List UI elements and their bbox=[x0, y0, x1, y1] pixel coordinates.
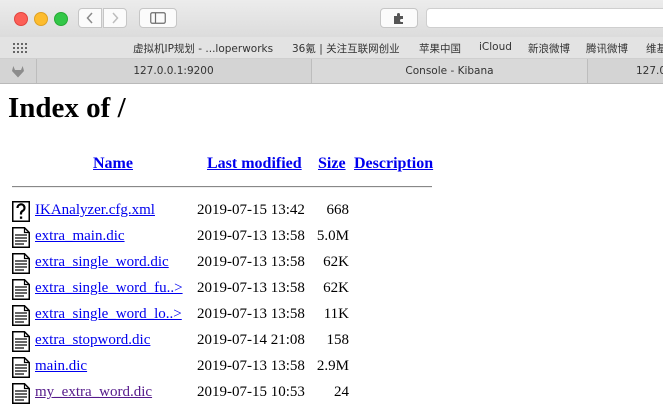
favorite-link[interactable]: 维基 bbox=[646, 41, 663, 56]
file-row: extra_single_word_fu..> 2019-07-13 13:58 6… bbox=[0, 277, 663, 303]
text-file-icon bbox=[12, 227, 30, 248]
back-button[interactable] bbox=[78, 8, 102, 28]
favorite-link[interactable]: 腾讯微博 bbox=[586, 41, 628, 56]
file-row: main.dic 2019-07-13 13:58 2.9M bbox=[0, 355, 663, 381]
page-title: Index of / bbox=[8, 92, 126, 124]
extension-button[interactable] bbox=[380, 8, 418, 28]
sidebar-toggle-button[interactable] bbox=[139, 8, 177, 28]
file-link[interactable]: extra_main.dic bbox=[35, 228, 125, 245]
text-file-icon bbox=[12, 357, 30, 378]
tab-localhost[interactable]: 127.0 bbox=[588, 59, 663, 83]
file-modified: 2019-07-13 13:58 bbox=[197, 358, 305, 374]
file-size: 158 bbox=[326, 332, 350, 348]
browser-toolbar bbox=[0, 0, 663, 37]
file-size: 5.0M bbox=[316, 228, 349, 244]
forward-button[interactable] bbox=[103, 8, 127, 28]
file-size: 668 bbox=[326, 202, 350, 218]
favorite-link[interactable]: 36氪 | 关注互联网创业 bbox=[292, 41, 400, 56]
pinned-tab[interactable] bbox=[0, 59, 37, 83]
text-file-icon bbox=[12, 383, 30, 404]
text-file-icon bbox=[12, 305, 30, 326]
favorites-bar: 虚拟机IP规划 - ...loperworks 36氪 | 关注互联网创业 苹果… bbox=[0, 37, 663, 59]
file-link[interactable]: extra_single_word_lo..> bbox=[35, 306, 182, 323]
file-link[interactable]: main.dic bbox=[35, 358, 87, 375]
file-modified: 2019-07-13 13:58 bbox=[197, 306, 305, 322]
chevron-right-icon bbox=[112, 12, 119, 24]
favorite-link[interactable]: 虚拟机IP规划 - ...loperworks bbox=[133, 41, 273, 56]
file-size: 11K bbox=[323, 306, 349, 322]
file-link[interactable]: extra_single_word_fu..> bbox=[35, 280, 183, 297]
file-row: extra_stopword.dic 2019-07-14 21:08 158 bbox=[0, 329, 663, 355]
file-row: extra_main.dic 2019-07-13 13:58 5.0M bbox=[0, 225, 663, 251]
sort-by-name-link[interactable]: Name bbox=[93, 155, 133, 173]
file-size: 62K bbox=[323, 254, 349, 270]
sidebar-icon bbox=[150, 12, 166, 24]
chevron-left-icon bbox=[86, 12, 93, 24]
file-row: my_extra_word.dic 2019-07-15 10:53 24 bbox=[0, 381, 663, 407]
file-size: 24 bbox=[334, 384, 349, 400]
zoom-window-button[interactable] bbox=[54, 12, 68, 26]
page-content: Index of / Name Last modified Size Descr… bbox=[0, 84, 663, 409]
file-modified: 2019-07-15 10:53 bbox=[197, 384, 305, 400]
file-modified: 2019-07-13 13:58 bbox=[197, 254, 305, 270]
favorite-link[interactable]: iCloud bbox=[479, 41, 512, 53]
grid-icon[interactable] bbox=[13, 43, 27, 53]
file-modified: 2019-07-14 21:08 bbox=[197, 332, 305, 348]
file-row: extra_single_word_lo..> 2019-07-13 13:58 1… bbox=[0, 303, 663, 329]
favorite-link[interactable]: 新浪微博 bbox=[528, 41, 570, 56]
sort-by-size-link[interactable]: Size bbox=[318, 155, 346, 173]
text-file-icon bbox=[12, 331, 30, 352]
file-row: IKAnalyzer.cfg.xml 2019-07-15 13:42 668 bbox=[0, 199, 663, 225]
text-file-icon bbox=[12, 279, 30, 300]
tab-elasticsearch[interactable]: 127.0.0.1:9200 bbox=[36, 59, 312, 83]
file-modified: 2019-07-13 13:58 bbox=[197, 228, 305, 244]
favorite-link[interactable]: 苹果中国 bbox=[419, 41, 461, 56]
gitlab-fox-icon bbox=[12, 65, 24, 77]
minimize-window-button[interactable] bbox=[34, 12, 48, 26]
file-size: 2.9M bbox=[316, 358, 349, 374]
text-file-icon bbox=[12, 253, 30, 274]
sort-by-modified-link[interactable]: Last modified bbox=[207, 155, 302, 173]
file-modified: 2019-07-13 13:58 bbox=[197, 280, 305, 296]
file-link[interactable]: my_extra_word.dic bbox=[35, 384, 152, 401]
file-link[interactable]: extra_single_word.dic bbox=[35, 254, 169, 271]
address-bar[interactable] bbox=[426, 8, 663, 28]
file-modified: 2019-07-15 13:42 bbox=[197, 202, 305, 218]
header-divider bbox=[12, 186, 432, 188]
file-row: extra_single_word.dic 2019-07-13 13:58 62K bbox=[0, 251, 663, 277]
unknown-file-icon bbox=[12, 201, 30, 222]
file-link[interactable]: IKAnalyzer.cfg.xml bbox=[35, 202, 155, 219]
tab-bar: 127.0.0.1:9200 Console - Kibana 127.0 bbox=[0, 59, 663, 84]
file-link[interactable]: extra_stopword.dic bbox=[35, 332, 150, 349]
file-size: 62K bbox=[323, 280, 349, 296]
close-window-button[interactable] bbox=[14, 12, 28, 26]
tab-kibana-console[interactable]: Console - Kibana bbox=[312, 59, 588, 83]
puzzle-icon bbox=[394, 13, 403, 24]
sort-by-description-link[interactable]: Description bbox=[354, 155, 433, 173]
